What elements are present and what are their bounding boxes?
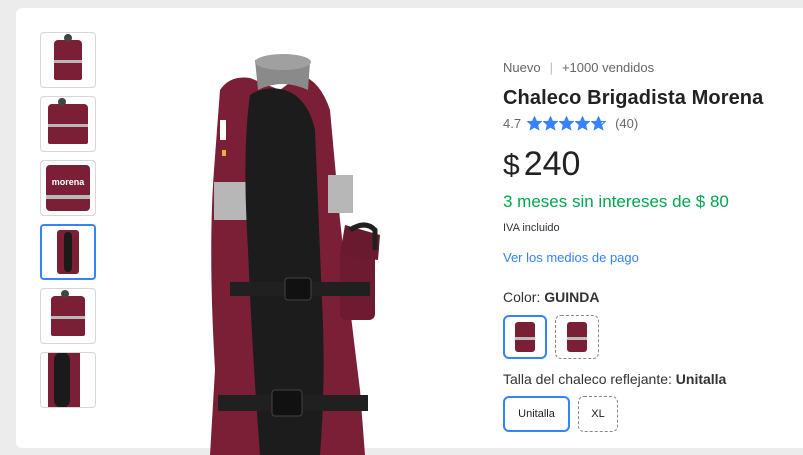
rating-row[interactable]: 4.7 (40) [503, 116, 793, 131]
thumbnail-side[interactable] [40, 224, 96, 280]
star-icon [591, 116, 607, 131]
size-selector-label: Talla del chaleco reflejante: Unitalla [503, 371, 793, 387]
payment-methods-link[interactable]: Ver los medios de pago [503, 250, 639, 265]
thumbnail-front[interactable] [40, 32, 96, 88]
vest-open-thumbnail-image [48, 98, 88, 144]
installments-text: 3 meses sin intereses de $ 80 [503, 192, 729, 211]
review-count: (40) [615, 116, 639, 131]
vest-back2-thumbnail-image [51, 290, 85, 336]
color-swatch-alt[interactable] [555, 315, 599, 359]
price: $ 240 [503, 145, 793, 184]
thumbnail-front-open[interactable] [40, 96, 96, 152]
size-option-unitalla[interactable]: Unitalla [503, 396, 570, 432]
color-swatches [503, 315, 793, 359]
reflective-stripe [46, 195, 90, 199]
thumbnail-back-2[interactable] [40, 288, 96, 344]
size-options: Unitalla XL [503, 396, 793, 432]
star-icon [527, 116, 543, 131]
star-icon [575, 116, 591, 131]
separator: | [549, 60, 553, 75]
product-subtitle: Nuevo | +1000 vendidos [503, 60, 793, 75]
condition-label: Nuevo [503, 60, 541, 75]
thumbnail-back[interactable]: morena [40, 160, 96, 216]
product-info: Nuevo | +1000 vendidos Chaleco Brigadist… [503, 60, 793, 432]
size-value: Unitalla [675, 371, 727, 387]
size-label: Talla del chaleco reflejante: [503, 371, 676, 387]
tax-note: IVA incluido [503, 222, 560, 234]
swatch-vest-image [567, 322, 587, 352]
sold-count: +1000 vendidos [561, 60, 655, 75]
rating-value: 4.7 [503, 116, 522, 131]
vest-back-thumbnail-image: morena [46, 165, 90, 211]
color-selector-label: Color: GUINDA [503, 289, 793, 305]
star-icon [543, 116, 559, 131]
vest-side-thumbnail-image [57, 230, 79, 274]
vest-front-thumbnail-image [54, 34, 82, 80]
size-option-xl[interactable]: XL [578, 396, 618, 432]
color-label: Color: [503, 289, 545, 305]
color-swatch-guinda[interactable] [503, 315, 547, 359]
vest-closeup-thumbnail-image [41, 353, 95, 407]
star-icon [559, 116, 575, 131]
main-product-image[interactable] [190, 50, 430, 455]
rating-stars [527, 116, 607, 131]
vest-side-photo [210, 54, 380, 455]
price-amount: 240 [523, 145, 581, 183]
morena-logo-text: morena [51, 177, 85, 187]
thumbnail-gallery: morena [40, 32, 96, 416]
thumbnail-closeup[interactable] [40, 352, 96, 408]
price-currency: $ [503, 149, 520, 182]
swatch-vest-image [515, 322, 535, 352]
color-value: GUINDA [544, 289, 600, 305]
product-title: Chaleco Brigadista Morena [503, 87, 764, 109]
